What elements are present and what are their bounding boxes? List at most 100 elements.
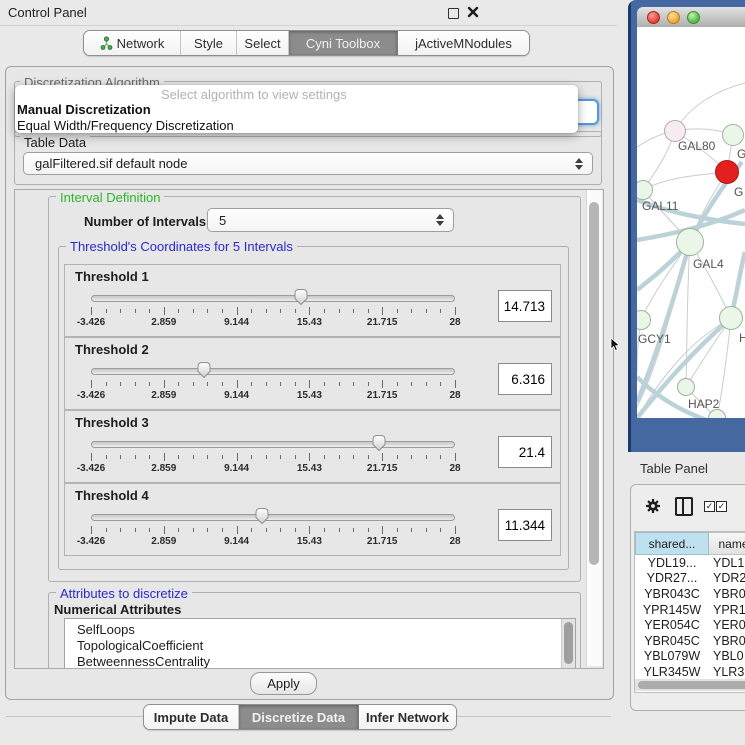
tick-mark <box>339 382 340 386</box>
threshold-slider[interactable]: -3.4262.8599.14415.4321.71528 <box>91 360 455 404</box>
table-data-combo[interactable]: galFiltered.sif default node <box>23 152 593 175</box>
algorithm-dropdown-popup: Select algorithm to view settings Manual… <box>15 85 578 133</box>
tick-mark <box>91 453 92 461</box>
threshold-value-field[interactable] <box>498 436 552 468</box>
list-scrollbar-thumb[interactable] <box>564 622 573 664</box>
dropdown-item-equal-width-frequency[interactable]: Equal Width/Frequency Discretization <box>17 118 234 133</box>
tick-mark <box>295 309 296 313</box>
slider-ticks <box>91 526 455 534</box>
slider-track[interactable] <box>91 295 455 302</box>
table-row[interactable]: YBR045CYBR0 <box>635 633 745 649</box>
slider-track[interactable] <box>91 368 455 375</box>
threshold-value-field[interactable] <box>498 290 552 322</box>
table-row[interactable]: YDL19...YDL1 <box>635 555 745 571</box>
slider-thumb[interactable] <box>254 507 270 525</box>
table-row[interactable]: YBL079WYBL0 <box>635 649 745 665</box>
table-header-row: shared... name <box>635 532 745 555</box>
close-icon[interactable] <box>467 6 479 18</box>
apply-button[interactable]: Apply <box>250 672 317 695</box>
tick-mark <box>222 309 223 313</box>
tick-mark <box>280 528 281 532</box>
number-of-intervals-combo[interactable]: 5 <box>207 208 454 232</box>
threshold-slider[interactable]: -3.4262.8599.14415.4321.71528 <box>91 287 455 331</box>
tab-discretize-data[interactable]: Discretize Data <box>239 705 359 729</box>
graph-node-gal4[interactable] <box>676 228 704 256</box>
threshold-panel: Threshold 2 -3.4262.8599.14415.4321.7152… <box>64 337 561 410</box>
combo-arrows-icon <box>572 158 586 170</box>
control-panel-titlebar: Control Panel <box>0 0 617 26</box>
tab-infer-network[interactable]: Infer Network <box>359 705 456 729</box>
attribute-list-item[interactable]: SelfLoops <box>77 622 135 638</box>
table-cell-shared-name: YBR043C <box>635 587 709 601</box>
gear-icon[interactable] <box>645 498 661 514</box>
tick-mark <box>295 455 296 459</box>
column-header-shared-name[interactable]: shared... <box>635 532 709 555</box>
close-traffic-light[interactable] <box>647 11 660 24</box>
tick-mark <box>309 380 310 388</box>
checkbox-checked-icon[interactable]: ✓ <box>716 501 727 512</box>
tick-mark <box>295 528 296 532</box>
tick-mark <box>149 309 150 313</box>
minimize-traffic-light[interactable] <box>667 11 680 24</box>
numerical-attributes-list[interactable]: SelfLoopsTopologicalCoefficientBetweenne… <box>64 618 576 669</box>
threshold-slider[interactable]: -3.4262.8599.14415.4321.71528 <box>91 433 455 477</box>
attribute-list-item[interactable]: BetweennessCentrality <box>77 654 210 669</box>
tick-mark <box>266 382 267 386</box>
threshold-value-field[interactable] <box>498 363 552 395</box>
network-view-window: GAL80GAGGAL11GAL4GCY1HHAP2 <box>628 0 745 452</box>
slider-thumb[interactable] <box>371 434 387 452</box>
columns-icon[interactable] <box>675 497 693 516</box>
network-canvas[interactable]: GAL80GAGGAL11GAL4GCY1HHAP2 <box>637 27 745 418</box>
tab-impute-data[interactable]: Impute Data <box>144 705 239 729</box>
tick-mark <box>106 528 107 532</box>
slider-track[interactable] <box>91 441 455 448</box>
tick-mark <box>91 526 92 534</box>
tab-style[interactable]: Style <box>181 31 237 55</box>
tab-cyni-toolbox[interactable]: Cyni Toolbox <box>289 31 398 55</box>
zoom-traffic-light[interactable] <box>687 11 700 24</box>
tick-mark <box>324 528 325 532</box>
slider-thumb[interactable] <box>293 288 309 306</box>
dropdown-placeholder-item[interactable]: Select algorithm to view settings <box>161 87 347 102</box>
table-row[interactable]: YBR043CYBR0 <box>635 586 745 602</box>
tab-label: Discretize Data <box>252 710 345 725</box>
node-label: G <box>734 185 743 199</box>
list-scrollbar[interactable] <box>561 619 575 669</box>
scale-label: 9.144 <box>224 536 249 547</box>
threshold-panel: Threshold 3 -3.4262.8599.14415.4321.7152… <box>64 410 561 483</box>
slider-track[interactable] <box>91 514 455 521</box>
table-cell-name: YPR1 <box>709 603 745 617</box>
attribute-list-item[interactable]: TopologicalCoefficient <box>77 638 203 654</box>
tick-mark <box>106 309 107 313</box>
threshold-value-field[interactable] <box>498 509 552 541</box>
dropdown-item-manual-discretization[interactable]: Manual Discretization <box>17 102 151 117</box>
tab-jactivemnodules[interactable]: jActiveMNodules <box>398 31 529 55</box>
graph-node-g[interactable] <box>715 160 739 184</box>
hscrollbar-thumb[interactable] <box>638 681 745 689</box>
node-table: shared... name YDL19...YDL1YDR27...YDR2Y… <box>634 531 745 693</box>
panel-scrollbar[interactable] <box>586 190 602 666</box>
tab-select[interactable]: Select <box>237 31 289 55</box>
tick-mark <box>222 455 223 459</box>
graph-node-h[interactable] <box>719 306 743 330</box>
column-header-name[interactable]: name <box>709 532 745 555</box>
tab-network[interactable]: Network <box>84 31 181 55</box>
float-window-icon[interactable] <box>448 8 459 19</box>
table-row[interactable]: YER054CYER0 <box>635 617 745 633</box>
graph-node-ga[interactable] <box>722 124 744 146</box>
cyni-toolbox-panel: Discretization Algorithm Select algorith… <box>5 66 614 700</box>
table-row[interactable]: YDR27...YDR2 <box>635 571 745 587</box>
checkbox-checked-icon[interactable]: ✓ <box>704 501 715 512</box>
scale-label: 15.43 <box>297 536 322 547</box>
table-row[interactable]: YPR145WYPR1 <box>635 602 745 618</box>
graph-node-hap2[interactable] <box>677 378 695 396</box>
tick-mark <box>440 455 441 459</box>
table-row[interactable]: YLR345WYLR3 <box>635 664 745 679</box>
panel-scrollbar-thumb[interactable] <box>589 202 599 565</box>
threshold-slider[interactable]: -3.4262.8599.14415.4321.71528 <box>91 506 455 550</box>
tick-mark <box>455 526 456 534</box>
tick-mark <box>455 380 456 388</box>
table-horizontal-scrollbar[interactable] <box>635 679 745 691</box>
tick-mark <box>149 455 150 459</box>
slider-thumb[interactable] <box>196 361 212 379</box>
